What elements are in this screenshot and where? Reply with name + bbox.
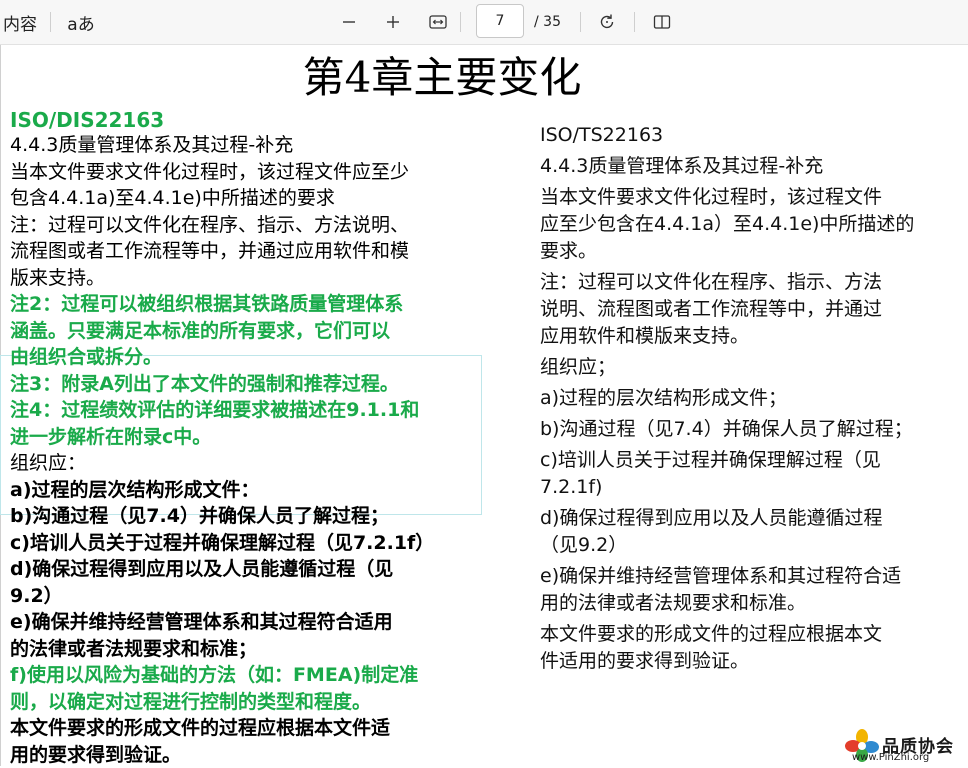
plus-icon (387, 16, 399, 28)
right-line: e)确保并维持经营管理体系和其过程符合适 用的法律或者法规要求和标准。 (540, 565, 902, 614)
left-line-bold: c)培训人员关于过程并确保理解过程（见7.2.1f） (10, 531, 435, 554)
zoom-in-button[interactable] (376, 0, 410, 44)
page-number-input[interactable] (476, 4, 524, 38)
toolbar-divider (460, 12, 461, 32)
right-line: 组织应； (540, 356, 617, 378)
page-total-label: / 35 (534, 14, 561, 30)
right-line: b)沟通过程（见7.4）并确保人员了解过程； (540, 418, 913, 440)
right-line: 注：过程可以文件化在程序、指示、方法 说明、流程图或者工作流程等中，并通过 应用… (540, 271, 883, 347)
left-line-bold: a)过程的层次结构形成文件： (10, 478, 260, 501)
left-note-green: 注3：附录A列出了本文件的强制和推荐过程。 (10, 372, 399, 395)
right-column-header: ISO/TS22163 (540, 124, 664, 146)
left-note-green: 注2：过程可以被组织根据其铁路质量管理体系 涵盖。只要满足本标准的所有要求，它们… (10, 293, 404, 368)
rotate-icon (600, 14, 614, 29)
left-line-bold: e)确保并维持经营管理体系和其过程符合适用 的法律或者法规要求和标准； (10, 611, 393, 660)
left-column: ISO/DIS22163 4.4.3质量管理体系及其过程-补充 当本文件要求文件… (10, 108, 490, 768)
right-line: d)确保过程得到应用以及人员能遵循过程 （见9.2） (540, 507, 883, 556)
page-title: 第4章主要变化 (302, 53, 582, 102)
left-line: 当本文件要求文件化过程时，该过程文件应至少 包含4.4.1a)至4.4.1e)中… (10, 160, 410, 210)
left-note-green: f)使用以风险为基础的方法（如：FMEA)制定准 则，以确定对过程进行控制的类型… (10, 664, 419, 713)
toolbar-divider (50, 12, 51, 32)
zoom-out-button[interactable] (332, 0, 366, 44)
fit-width-button[interactable] (421, 0, 455, 44)
contents-button[interactable]: 内容 (0, 0, 40, 44)
left-line: 组织应： (10, 452, 87, 474)
right-line: 当本文件要求文件化过程时，该过程文件 应至少包含在4.4.1a）至4.4.1e)… (540, 186, 915, 262)
left-line: 4.4.3质量管理体系及其过程-补充 (10, 134, 294, 156)
left-column-header: ISO/DIS22163 (10, 108, 165, 132)
pdf-toolbar: 内容 aあ / 35 (0, 0, 968, 45)
toolbar-divider (580, 12, 581, 32)
watermark-logo: 品质协会 www.PinZhi.org (842, 726, 968, 766)
left-line: 注：过程可以文件化在程序、指示、方法说明、 流程图或者工作流程等中，并通过应用软… (10, 213, 410, 289)
left-line-bold: d)确保过程得到应用以及人员能遵循过程（见 9.2） (10, 558, 394, 607)
right-line: 本文件要求的形成文件的过程应根据本文 件适用的要求得到验证。 (540, 623, 883, 672)
right-column: ISO/TS22163 4.4.3质量管理体系及其过程-补充 当本文件要求文件化… (540, 122, 960, 679)
two-page-view-icon (653, 15, 671, 29)
minus-icon (343, 21, 355, 23)
page-view-button[interactable] (645, 0, 679, 44)
left-note-green: 注4：过程绩效评估的详细要求被描述在9.1.1和 进一步解析在附录c中。 (10, 399, 420, 448)
watermark-url: www.PinZhi.org (852, 752, 930, 763)
left-line-bold: 本文件要求的形成文件的过程应根据本文件适 用的要求得到验证。 (10, 717, 391, 766)
fit-width-icon (429, 15, 447, 29)
left-line-bold: b)沟通过程（见7.4）并确保人员了解过程； (10, 505, 389, 527)
rotate-button[interactable] (590, 0, 624, 44)
right-line: c)培训人员关于过程并确保理解过程（见 7.2.1f) (540, 449, 881, 498)
right-line: a)过程的层次结构形成文件； (540, 387, 788, 409)
read-aloud-button[interactable]: aあ (64, 0, 98, 44)
toolbar-divider (634, 12, 635, 32)
right-line: 4.4.3质量管理体系及其过程-补充 (540, 155, 824, 177)
